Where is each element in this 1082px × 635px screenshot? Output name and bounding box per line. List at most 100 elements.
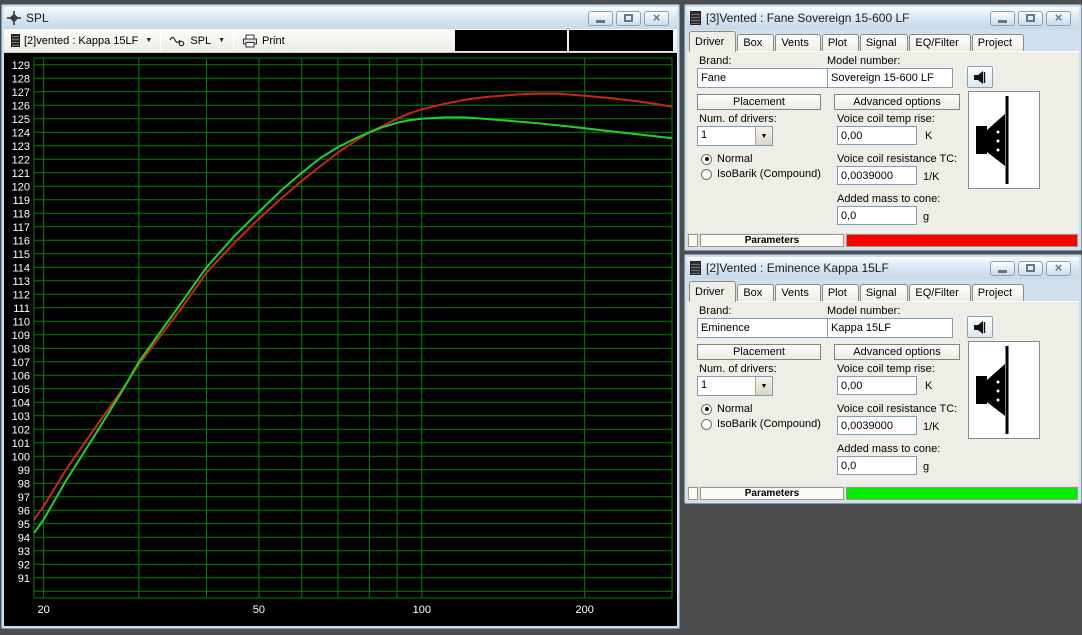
svg-text:115: 115: [12, 249, 30, 261]
num-drivers-select[interactable]: 1 ▼: [697, 126, 773, 146]
placement-button[interactable]: Placement: [697, 94, 821, 110]
speaker-icon: [974, 71, 986, 84]
num-drivers-value: 1: [701, 379, 708, 391]
tab-eq-filter[interactable]: EQ/Filter: [909, 34, 971, 51]
num-drivers-label: Num. of drivers:: [699, 363, 777, 375]
vc-res-unit: 1/K: [923, 171, 940, 183]
tab-eq-filter[interactable]: EQ/Filter: [909, 284, 971, 301]
model-number-field[interactable]: [827, 68, 953, 88]
project-selector-label: [2]vented : Kappa 15LF: [24, 34, 139, 47]
speaker-button[interactable]: [967, 316, 993, 338]
driver-cross-section-icon: [976, 96, 1009, 184]
svg-text:120: 120: [12, 181, 30, 193]
close-icon: ×: [1054, 259, 1063, 275]
num-drivers-label: Num. of drivers:: [699, 113, 777, 125]
radio-isobarik-label: IsoBarik (Compound): [717, 168, 821, 180]
tab-box[interactable]: Box: [737, 34, 775, 51]
restore-button[interactable]: [1018, 260, 1043, 276]
restore-button[interactable]: [616, 10, 641, 26]
svg-text:96: 96: [18, 505, 30, 517]
tab-vents[interactable]: Vents: [775, 284, 821, 301]
svg-text:105: 105: [12, 384, 30, 396]
added-mass-field[interactable]: [837, 206, 917, 225]
advanced-options-button[interactable]: Advanced options: [834, 94, 960, 110]
tab-vents[interactable]: Vents: [775, 34, 821, 51]
minimize-button[interactable]: [588, 10, 613, 26]
radio-isobarik[interactable]: IsoBarik (Compound): [701, 418, 821, 430]
spl-toolbar: [2]vented : Kappa 15LF ▼ SPL ▼ Print: [4, 29, 677, 53]
svg-text:94: 94: [18, 532, 30, 544]
svg-text:122: 122: [12, 154, 30, 166]
driver-titlebar[interactable]: [2]Vented : Eminence Kappa 15LF ×: [687, 257, 1079, 279]
added-mass-unit: g: [923, 461, 930, 473]
close-button[interactable]: ×: [644, 9, 669, 26]
status-cell-blank: [688, 487, 698, 500]
window-icon: [690, 261, 701, 275]
model-number-label: Model number:: [827, 305, 901, 317]
svg-text:116: 116: [12, 235, 30, 247]
svg-text:129: 129: [12, 60, 30, 72]
plot-crosshair-icon: [7, 11, 21, 25]
added-mass-label: Added mass to cone:: [837, 193, 941, 205]
svg-text:107: 107: [12, 357, 30, 369]
vc-temp-field[interactable]: [837, 376, 917, 395]
placement-button[interactable]: Placement: [697, 344, 821, 360]
tab-signal[interactable]: Signal: [859, 284, 909, 301]
close-button[interactable]: ×: [1046, 10, 1071, 26]
speaker-button[interactable]: [967, 66, 993, 88]
restore-icon: [1026, 264, 1035, 272]
window-controls: ×: [588, 9, 674, 26]
close-button[interactable]: ×: [1046, 259, 1071, 276]
driver-tab-content: Brand: Model number: Placement Advanced …: [687, 301, 1079, 486]
tab-plot[interactable]: Plot: [821, 34, 859, 51]
svg-text:102: 102: [12, 424, 30, 436]
svg-text:93: 93: [18, 546, 30, 558]
num-drivers-select[interactable]: 1 ▼: [697, 376, 773, 396]
svg-text:200: 200: [576, 604, 594, 616]
graph-type-dropdown[interactable]: SPL ▼: [166, 33, 228, 49]
tab-plot[interactable]: Plot: [821, 284, 859, 301]
spl-plot-area[interactable]: 91 92 93 94 95 96 97 98 99 100 101 102 103 104 105 106 1…: [4, 53, 677, 626]
vc-res-field[interactable]: [837, 166, 917, 185]
toolbar-separator: [160, 31, 162, 50]
vc-res-label: Voice coil resistance TC:: [837, 403, 958, 415]
model-number-field[interactable]: [827, 318, 953, 338]
num-drivers-value: 1: [701, 129, 708, 141]
driver-diagram: [968, 341, 1040, 439]
svg-text:111: 111: [13, 303, 30, 315]
spl-titlebar[interactable]: SPL ×: [4, 7, 677, 29]
tab-project[interactable]: Project: [971, 284, 1025, 301]
minimize-button[interactable]: [990, 260, 1015, 276]
restore-button[interactable]: [1018, 10, 1043, 26]
close-icon: ×: [652, 9, 661, 25]
svg-text:91: 91: [18, 573, 30, 585]
vc-temp-field[interactable]: [837, 126, 917, 145]
svg-text:126: 126: [12, 100, 30, 112]
tab-driver[interactable]: Driver: [689, 281, 737, 302]
tab-signal[interactable]: Signal: [859, 34, 909, 51]
radio-isobarik[interactable]: IsoBarik (Compound): [701, 168, 821, 180]
tab-project[interactable]: Project: [971, 34, 1025, 51]
tab-box[interactable]: Box: [737, 284, 775, 301]
print-button-label: Print: [262, 34, 285, 47]
advanced-options-button[interactable]: Advanced options: [834, 344, 960, 360]
radio-unchecked-icon: [701, 418, 712, 430]
spl-chart: 9192939495969798991001011021031041051061…: [12, 57, 673, 616]
window-controls: ×: [990, 10, 1076, 26]
svg-text:98: 98: [18, 478, 30, 490]
svg-text:124: 124: [12, 127, 30, 139]
driver-titlebar[interactable]: [3]Vented : Fane Sovereign 15-600 LF ×: [687, 7, 1079, 29]
added-mass-field[interactable]: [837, 456, 917, 475]
print-button[interactable]: Print: [239, 32, 288, 50]
svg-text:117: 117: [12, 222, 30, 234]
app-desktop: SPL × [2]vented : Kappa 15LF ▼ SPL ▼ Pri…: [0, 0, 1082, 635]
radio-normal[interactable]: Normal: [701, 153, 752, 165]
tab-driver[interactable]: Driver: [689, 31, 737, 52]
vc-res-field[interactable]: [837, 416, 917, 435]
svg-text:110: 110: [12, 316, 30, 328]
status-bar: Parameters: [687, 233, 1079, 248]
radio-normal[interactable]: Normal: [701, 403, 752, 415]
minimize-button[interactable]: [990, 10, 1015, 26]
svg-text:104: 104: [12, 397, 30, 409]
project-selector-dropdown[interactable]: [2]vented : Kappa 15LF ▼: [8, 32, 155, 49]
